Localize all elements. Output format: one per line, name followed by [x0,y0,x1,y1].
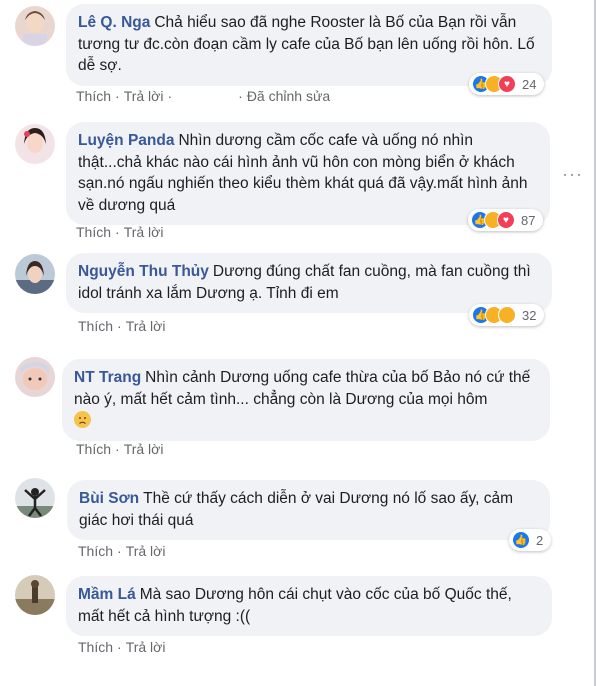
comment-text: Nhìn cảnh Dương uống cafe thừa của bố Bả… [74,369,531,408]
separator: · [115,441,120,457]
avatar-photo-icon [15,254,55,294]
comment-actions: Thích · Trả lời [78,639,165,655]
like-reaction-icon: 👍 [512,531,530,549]
like-link[interactable]: Thích [78,318,113,334]
separator: · [117,639,122,655]
avatar-photo-icon [15,357,55,397]
comment-author[interactable]: Mầm Lá [78,586,136,603]
avatar[interactable] [15,6,55,46]
reaction-summary[interactable]: 👍 32 [469,304,545,326]
like-link[interactable]: Thích [76,441,111,457]
comment-author[interactable]: Lê Q. Nga [78,14,150,31]
reaction-summary[interactable]: 👍 ♥ 24 [469,73,545,95]
reaction-summary[interactable]: 👍 ♥ 87 [468,209,544,231]
separator: · [115,88,120,104]
reply-link[interactable]: Trả lời [126,639,166,655]
reaction-summary[interactable]: 👍 2 [509,529,552,551]
comment-actions: Thích · Trả lời · · Đã chỉnh sửa [76,88,330,104]
edited-label[interactable]: Đã chỉnh sửa [247,88,330,104]
avatar[interactable] [15,254,55,294]
reaction-count: 2 [536,532,544,548]
worried-emoji-icon [74,411,91,428]
avatar[interactable] [15,478,55,518]
comment-text: Thề cứ thấy cách diễn ở vai Dương nó lố … [79,490,514,529]
comment-actions: Thích · Trả lời [78,318,165,334]
reply-link[interactable]: Trả lời [126,318,166,334]
comment-text: Mà sao Dương hôn cái chụt vào cốc của bố… [78,586,512,625]
like-link[interactable]: Thích [78,639,113,655]
avatar[interactable] [15,357,55,397]
avatar-photo-icon [15,6,55,46]
comment-author[interactable]: Luyện Panda [78,132,174,149]
more-options-icon[interactable]: ··· [562,164,583,185]
sad-reaction-icon [498,306,516,324]
reply-link[interactable]: Trả lời [126,543,166,559]
like-link[interactable]: Thích [78,543,113,559]
avatar-photo-icon [15,124,55,164]
avatar-photo-icon [15,575,55,615]
reaction-count: 87 [521,212,536,228]
love-reaction-icon: ♥ [498,75,516,93]
avatar[interactable] [15,124,55,164]
avatar[interactable] [15,575,55,615]
comment-bubble: Bùi Sơn Thề cứ thấy cách diễn ở vai Dương… [67,480,550,540]
reply-link[interactable]: Trả lời [124,441,164,457]
separator: · [167,88,173,104]
reply-link[interactable]: Trả lời [124,224,164,240]
comment-bubble: NT Trang Nhìn cảnh Dương uống cafe thừa c… [62,359,550,441]
comment-author[interactable]: NT Trang [74,369,141,386]
like-link[interactable]: Thích [76,88,111,104]
comment-bubble: Mầm Lá Mà sao Dương hôn cái chụt vào cốc … [66,576,552,636]
reply-link[interactable]: Trả lời [124,88,164,104]
comment-actions: Thích · Trả lời [76,441,163,457]
comment-actions: Thích · Trả lời [78,543,165,559]
reaction-count: 32 [522,307,537,323]
comment-author[interactable]: Bùi Sơn [79,490,139,507]
avatar-photo-icon [15,478,55,518]
love-reaction-icon: ♥ [497,211,515,229]
comment-actions: Thích · Trả lời [76,224,163,240]
separator: · [117,318,122,334]
reaction-count: 24 [522,76,537,92]
like-link[interactable]: Thích [76,224,111,240]
comment-author[interactable]: Nguyễn Thu Thủy [78,263,209,280]
separator: · [117,543,122,559]
separator: · [238,88,243,104]
separator: · [115,224,120,240]
